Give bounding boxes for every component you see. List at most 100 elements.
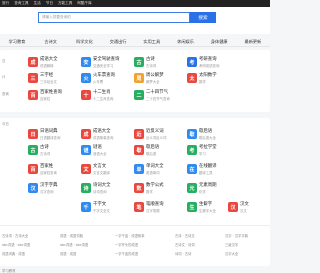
tool-title: 元素周期 [199,183,217,188]
tool-title: 生僻字 [199,202,213,207]
tool-item[interactable]: 在在线翻译 翻译工具 [187,163,240,179]
tool-item[interactable]: 成成语大全 成语故事查询 [81,128,134,144]
tool-item[interactable]: 考考研查询 考研成绩查询 [187,56,240,72]
nav-item[interactable]: 休闲娱乐 [171,39,201,45]
topbar-link[interactable]: 阿酷千库 [77,1,91,6]
topbar-link[interactable]: 万能工具 [58,1,72,6]
tool-item[interactable]: 元元素周期 化学 [187,182,240,198]
tool-item[interactable]: 考考拉学堂 学习 [187,144,240,160]
tool-item[interactable]: 汉汉字字典 汉字查询 [28,182,81,198]
footer-link[interactable]: 一字千金的成语 [115,251,138,256]
tool-item[interactable]: 古古诗 古诗词 [134,56,187,72]
tool-title: 千字文 [93,202,107,207]
tool-item[interactable]: 古古诗 古诗词 [28,144,81,160]
footer-link[interactable]: 诗词 · 古诗 [175,251,191,256]
scroll-icon: 古 [28,145,38,155]
tool-subtitle: 歇后语 [146,151,157,156]
footer-link[interactable]: abc词语 · abc词语 [2,242,30,247]
tool-item[interactable]: 十十二生肖 十二生肖查询 [81,89,134,105]
footer-link[interactable]: 古诗 · 古诗文 [175,233,195,238]
divider [0,225,270,226]
word-icon: 单 [134,164,144,174]
tool-subtitle: 英语单词 [146,170,160,175]
tool-item[interactable]: 二二十四节气 二十四节气查询 [134,89,187,105]
footer-link[interactable]: 成语 · 成语词典 [60,233,83,238]
tool-title: 歇后语 [146,145,160,150]
tool-title: 谜语 [93,145,102,150]
text-icon: 文 [81,164,91,174]
tool-item[interactable]: 周周公解梦 解梦大全 [134,72,187,88]
tool-item[interactable]: 谜谜语 谜语大全 [81,144,134,160]
nav-item[interactable]: 科学文化 [69,39,99,45]
tool-subtitle: 近义词反义词 [146,135,167,140]
tool-item[interactable]: 近近反义词 近义词反义词 [134,128,187,144]
footer-link[interactable]: 三级汉字 [225,242,238,247]
footer-link[interactable]: 成语 · 成语 [60,251,76,256]
tool-item[interactable]: 数数学公式 数学 [134,182,187,198]
tool-item[interactable]: 汉汉文 汉文 [228,201,281,217]
footer-link[interactable]: 汉字 · 汉字字典 [225,233,248,238]
tool-subtitle: 诗词查询 [93,189,107,194]
chat-icon: 歇 [134,145,144,155]
tool-item[interactable]: 百百家姓 百家姓查询 [28,163,81,179]
tool-item[interactable]: 太太阳数学 数学 [187,72,240,88]
tool-item[interactable]: 笔笔顺查询 汉字笔顺 [134,201,187,217]
tool-subtitle: 十二生肖查询 [93,96,114,101]
topbar-link[interactable]: 查询工具 [14,1,28,6]
nav-item[interactable]: 实用工具 [137,39,167,45]
row-title: 查询 [2,92,9,96]
footer-link[interactable]: 一字千金 · 成语故事 [115,233,145,238]
nav-item[interactable]: 身体健康 [204,39,234,45]
tool-title: 考拉学堂 [199,145,217,150]
search-input[interactable]: 请输入您要查询的 [38,12,190,23]
tool-title: 安全驾驶查询 [93,57,120,62]
nav-item[interactable]: 最新更新 [238,39,268,45]
koala-icon: 考 [187,145,197,155]
tool-title: 太阳数学 [199,73,217,78]
topbar-link[interactable]: 旅行 [2,1,9,6]
tool-title: 汉文 [240,202,249,207]
scroll-icon: 古 [134,57,144,67]
footer-link[interactable]: 一字开头的成语 [115,242,138,247]
tool-item[interactable]: 单单词大全 英语单词 [134,163,187,179]
translate-icon: 在 [187,164,197,174]
tool-item[interactable]: 诗诗词大全 诗词查询 [81,182,134,198]
tool-subtitle: 成语解释 [40,63,54,68]
search-button[interactable]: 搜索 [190,12,216,23]
tool-subtitle: 古诗词 [146,63,157,68]
tool-item[interactable]: 歇歇后语 歇后语 [134,144,187,160]
category-nav: 学习教育 古诗文 科学文化 交通出行 实用工具 休闲娱乐 身体健康 最新更新 [0,37,270,47]
nav-item[interactable]: 学习教育 [2,39,32,45]
tool-item[interactable]: 百百家姓查询 百家姓 [28,89,81,105]
dict-icon: 日 [28,129,38,139]
tool-title: 古诗 [40,145,49,150]
footer-link[interactable]: 古诗文 · 诗词 [175,242,195,247]
tool-title: 百家姓查询 [40,90,62,95]
sun-icon: 太 [187,73,197,83]
tool-subtitle: 火车票 [93,79,104,84]
footer-link[interactable]: abc词语 · abc词语 [60,242,88,247]
tool-item[interactable]: 文文言文 文言文翻译 [81,163,134,179]
tool-title: 十二生肖 [93,90,111,95]
k-icon: 千 [81,202,91,212]
footer-link[interactable]: 古诗词 · 古诗大全 [2,233,28,238]
topbar-link[interactable]: 生活 [34,1,41,6]
footer-link[interactable]: 汉字大全 [225,251,238,256]
zodiac-icon: 十 [81,90,91,100]
topbar-link[interactable]: 节日 [46,1,53,6]
tool-item[interactable]: 三三字经 三字经全文 [28,72,81,88]
row-title: 今日 [2,122,9,126]
footer-link[interactable]: 成语词典 · 成语 [2,251,25,256]
tool-item[interactable]: 千千字文 千字文全文 [81,201,134,217]
tool-item[interactable]: 日日语词典 日语翻译查询 [28,128,81,144]
tool-item[interactable]: 成成语大全 成语解释 [28,56,81,72]
han-icon: 汉 [228,202,238,212]
tool-title: 考研查询 [199,57,217,62]
tool-title: 文言文 [93,164,107,169]
tool-item[interactable]: 歇歇后语 歇后语大全 [187,128,240,144]
tool-item[interactable]: 火火车票查询 火车票 [81,72,134,88]
tool-subtitle: 化学 [199,189,206,194]
tool-item[interactable]: 安安全驾驶查询 交通安全学习 [81,56,134,72]
nav-item[interactable]: 交通出行 [103,39,133,45]
nav-item[interactable]: 古诗文 [36,39,66,45]
